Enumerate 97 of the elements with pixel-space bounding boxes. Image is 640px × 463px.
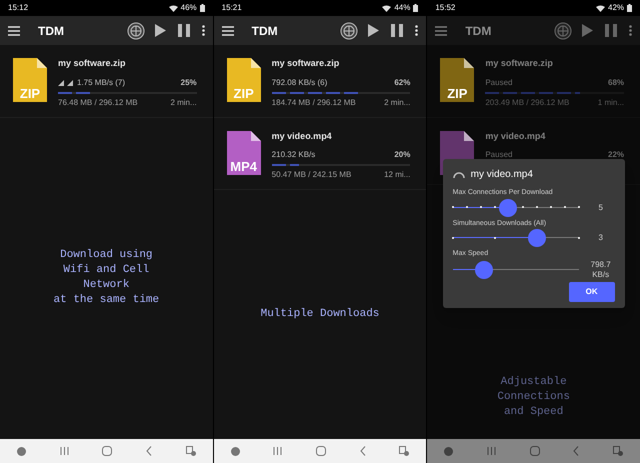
time-remaining: 12 mi... <box>384 169 410 181</box>
slider-value: 5 <box>597 202 604 212</box>
download-percent: 25% <box>180 76 197 88</box>
home-icon[interactable] <box>530 446 540 456</box>
download-percent: 22% <box>608 149 624 161</box>
slider-track[interactable] <box>452 198 579 216</box>
battery-icon <box>200 4 205 12</box>
speedometer-icon <box>452 171 465 178</box>
file-name: my video.mp4 <box>485 130 546 143</box>
app-title: TDM <box>38 22 65 40</box>
recent-apps-icon[interactable] <box>273 447 282 455</box>
download-size: 50.47 MB / 242.15 MB <box>272 169 352 181</box>
download-size: 76.48 MB / 296.12 MB <box>58 96 139 108</box>
menu-icon[interactable] <box>222 26 234 36</box>
back-icon[interactable] <box>573 446 580 456</box>
status-time: 15:52 <box>435 2 456 14</box>
download-percent: 68% <box>608 76 624 88</box>
badge-icon[interactable] <box>230 446 240 456</box>
file-name: my software.zip <box>272 57 340 70</box>
file-type-label: ZIP <box>232 87 255 100</box>
file-name: my software.zip <box>58 57 127 70</box>
play-icon[interactable] <box>368 24 380 37</box>
battery-percent: 46% <box>180 2 197 14</box>
tick-mark <box>452 206 454 208</box>
download-percent: 20% <box>394 149 410 161</box>
download-speed: 1.75 MB/s (7) <box>77 76 126 88</box>
ok-button[interactable]: OK <box>568 282 615 302</box>
app-title: TDM <box>252 22 279 40</box>
globe-icon[interactable] <box>126 22 145 40</box>
wifi-icon <box>596 4 605 12</box>
tick-mark <box>522 206 524 208</box>
more-options-icon[interactable] <box>202 25 205 36</box>
globe-icon[interactable] <box>554 22 572 40</box>
keyboard-icon[interactable] <box>613 446 624 456</box>
keyboard-icon[interactable] <box>399 446 410 456</box>
file-name: my software.zip <box>485 57 554 70</box>
slider-track[interactable] <box>452 229 579 247</box>
home-icon[interactable] <box>316 446 326 456</box>
tick-mark <box>494 236 496 238</box>
file-name: my video.mp4 <box>272 130 333 143</box>
tick-mark <box>466 206 468 208</box>
time-remaining: 2 min... <box>384 96 410 108</box>
wifi-icon <box>168 4 178 12</box>
slider-thumb[interactable] <box>499 198 518 216</box>
download-speed: Paused <box>485 149 514 161</box>
battery-icon <box>413 4 418 12</box>
tick-mark <box>550 206 552 208</box>
tick-mark <box>578 236 580 238</box>
time-remaining: 2 min... <box>170 96 197 108</box>
battery-percent: 42% <box>608 2 624 14</box>
back-icon[interactable] <box>360 446 366 456</box>
slider-track[interactable] <box>452 260 579 278</box>
play-icon[interactable] <box>582 24 594 37</box>
download-size: 203.49 MB / 296.12 MB <box>485 96 570 108</box>
battery-icon <box>627 4 632 12</box>
feature-caption: Adjustable Connections and Speed <box>497 374 570 420</box>
badge-icon[interactable] <box>444 446 454 456</box>
slider-thumb[interactable] <box>475 260 494 278</box>
slider-value: 3 <box>597 233 604 243</box>
back-icon[interactable] <box>146 446 152 456</box>
app-title: TDM <box>465 22 492 40</box>
badge-icon[interactable] <box>16 446 26 456</box>
home-icon[interactable] <box>102 446 112 456</box>
tick-mark <box>536 206 538 208</box>
status-time: 15:12 <box>8 2 28 14</box>
feature-caption: Download using Wifi and Cell Network at the same time <box>54 248 160 308</box>
tick-mark <box>578 206 580 208</box>
pause-icon[interactable] <box>605 24 618 37</box>
file-type-label: ZIP <box>18 87 42 100</box>
slider-thumb[interactable] <box>528 229 546 247</box>
tick-mark <box>494 206 496 208</box>
dialog-title: my video.mp4 <box>470 168 533 182</box>
time-remaining: 1 min... <box>598 96 624 108</box>
status-time: 15:21 <box>222 2 242 14</box>
tick-mark <box>480 206 482 208</box>
play-icon[interactable] <box>154 24 166 37</box>
pause-icon[interactable] <box>391 24 404 37</box>
download-speed: 792.08 KB/s (6) <box>272 76 328 88</box>
download-speed: 210.32 KB/s <box>272 149 316 161</box>
more-options-icon[interactable] <box>415 25 418 36</box>
feature-caption: Multiple Downloads <box>260 307 380 322</box>
recent-apps-icon[interactable] <box>60 447 69 455</box>
download-percent: 62% <box>394 76 410 88</box>
keyboard-icon[interactable] <box>186 446 196 456</box>
menu-icon[interactable] <box>8 26 20 36</box>
file-type-label: ZIP <box>446 87 468 100</box>
tick-mark <box>564 206 566 208</box>
tick-mark <box>452 236 454 238</box>
file-type-label: MP4 <box>229 160 258 172</box>
globe-icon[interactable] <box>340 22 358 40</box>
pause-icon[interactable] <box>178 24 190 37</box>
slider-value: 798.7 KB/s <box>590 260 612 280</box>
battery-percent: 44% <box>394 2 410 14</box>
download-speed: Paused <box>485 76 514 88</box>
recent-apps-icon[interactable] <box>486 447 496 455</box>
download-size: 184.74 MB / 296.12 MB <box>272 96 357 108</box>
wifi-icon <box>382 4 392 12</box>
